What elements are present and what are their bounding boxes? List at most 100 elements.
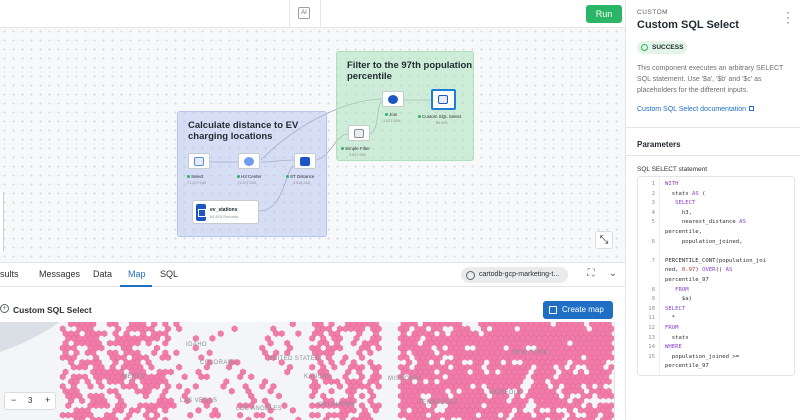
h3-hexagon (350, 339, 357, 347)
expand-icon[interactable]: ⤡ (595, 231, 613, 249)
h3-hexagon (176, 363, 183, 371)
parameters-heading: Parameters (637, 140, 681, 149)
h3-hexagon (134, 387, 141, 395)
line-number: 13 (648, 334, 655, 341)
maximize-icon[interactable]: ⛶ (585, 268, 597, 282)
create-map-button[interactable]: Create map (543, 301, 613, 319)
h3-hexagon (267, 339, 274, 347)
tab-sql[interactable]: SQL (160, 269, 178, 279)
line-number: 4 (651, 209, 655, 216)
component-title: Custom SQL Select (637, 19, 739, 31)
chevron-down-icon[interactable]: ⌄ (607, 268, 619, 282)
h3-hexagon (79, 397, 86, 405)
tab-map[interactable]: Map (128, 269, 146, 279)
map-view[interactable]: UNITED STATES COLORADO KANSAS MISSOURI N… (0, 322, 614, 420)
h3-hexagon (79, 339, 86, 347)
h3-hexagon (192, 335, 199, 342)
canvas-side-tools[interactable] (0, 192, 4, 252)
source-name: ev_stations (210, 207, 238, 213)
h3-hexagon (106, 378, 113, 385)
tab-results[interactable]: sults (0, 269, 19, 279)
h3-hexagon (167, 368, 174, 376)
node-count: 1.627.659 (383, 119, 400, 123)
h3-hexagon (159, 354, 166, 361)
divider (626, 127, 800, 128)
line-number: 12 (648, 325, 655, 331)
h3-hexagon (586, 392, 593, 400)
line-number: 1 (651, 181, 655, 187)
tab-data[interactable]: Data (93, 269, 112, 279)
h3-hexagon (98, 402, 105, 409)
zoom-in-button[interactable]: + (45, 395, 50, 405)
h3-hexagon (151, 349, 158, 357)
component-category: CUSTOM (637, 9, 669, 16)
node-label: Select (187, 174, 204, 179)
h3-hexagon (336, 344, 343, 352)
h3-hexagon (342, 325, 349, 333)
code-line: h3, (665, 209, 692, 216)
map-label: IDAHO (186, 342, 208, 348)
h3-hexagon (422, 387, 429, 395)
line-number: 5 (651, 219, 655, 226)
h3-hexagon (59, 411, 66, 419)
line-number: 10 (648, 305, 655, 312)
add-layer-icon[interactable]: + (0, 304, 9, 313)
h3-hexagon (572, 387, 579, 395)
h3-hexagon (118, 407, 124, 414)
h3-hexagon (578, 359, 584, 366)
h3-hexagon (467, 339, 474, 347)
h3-hexagon (248, 373, 255, 381)
hexagon-icon (244, 157, 254, 166)
code-line: FROM (665, 325, 679, 331)
h3-hexagon (162, 407, 169, 414)
h3-hexagon (87, 383, 94, 390)
node-h3-center[interactable] (238, 153, 260, 169)
documentation-link[interactable]: Custom SQL Select documentation (637, 106, 755, 113)
source-node-ev-stations[interactable]: ev_stations 64.815 Records (192, 200, 259, 224)
h3-hexagon (359, 392, 365, 400)
connection-chip[interactable]: cartodb-gcp-marketing-t... (461, 267, 568, 283)
h3-hexagon (203, 373, 210, 381)
h3-hexagon (126, 383, 133, 390)
h3-hexagon (309, 411, 316, 419)
line-number: 14 (648, 344, 655, 351)
node-simple-filter[interactable] (348, 125, 370, 141)
tab-messages[interactable]: Messages (39, 269, 80, 279)
h3-hexagon (192, 383, 199, 390)
h3-hexagon (106, 387, 113, 395)
line-number: 8 (651, 286, 655, 293)
workflow-canvas[interactable]: AI Run Calculate distance to EV charging… (0, 0, 625, 262)
node-custom-sql-select[interactable] (431, 89, 456, 110)
code-line: percentile_97 (665, 277, 709, 283)
h3-hexagon (148, 363, 155, 371)
map-scrollbar[interactable] (614, 322, 625, 420)
line-number: 6 (651, 238, 655, 245)
h3-hexagon (176, 325, 183, 333)
table-icon (196, 204, 206, 221)
map-label: KANSAS (304, 374, 331, 380)
node-join[interactable] (382, 91, 404, 107)
code-line: WHERE (665, 344, 682, 351)
h3-hexagon (445, 349, 451, 357)
h3-hexagon (209, 335, 216, 342)
h3-hexagon (558, 402, 565, 409)
h3-hexagon (253, 411, 260, 419)
h3-hexagon (267, 387, 274, 395)
component-description: This component executes an arbitrary SEL… (637, 65, 784, 94)
map-title: Custom SQL Select (13, 305, 92, 315)
h3-hexagon (273, 330, 280, 337)
h3-hexagon (101, 330, 108, 337)
h3-hexagon (120, 383, 127, 390)
sql-editor[interactable]: 1 WITH 2 stats AS (3 SELECT 4 h3, 5 nearest_… (637, 176, 795, 376)
more-options-icon[interactable]: · · · (784, 6, 792, 28)
zoom-out-button[interactable]: − (11, 395, 16, 405)
h3-hexagon (339, 359, 346, 366)
node-label: Simple Filter (341, 146, 370, 151)
node-select[interactable] (188, 153, 210, 169)
code-line: population_joined, (665, 238, 743, 245)
h3-hexagon (228, 387, 235, 395)
h3-hexagon (397, 354, 404, 361)
node-st-distance[interactable] (294, 153, 316, 169)
component-panel: CUSTOM Custom SQL Select · · · SUCCESS Thi… (625, 0, 800, 420)
line-number: 15 (648, 353, 655, 360)
